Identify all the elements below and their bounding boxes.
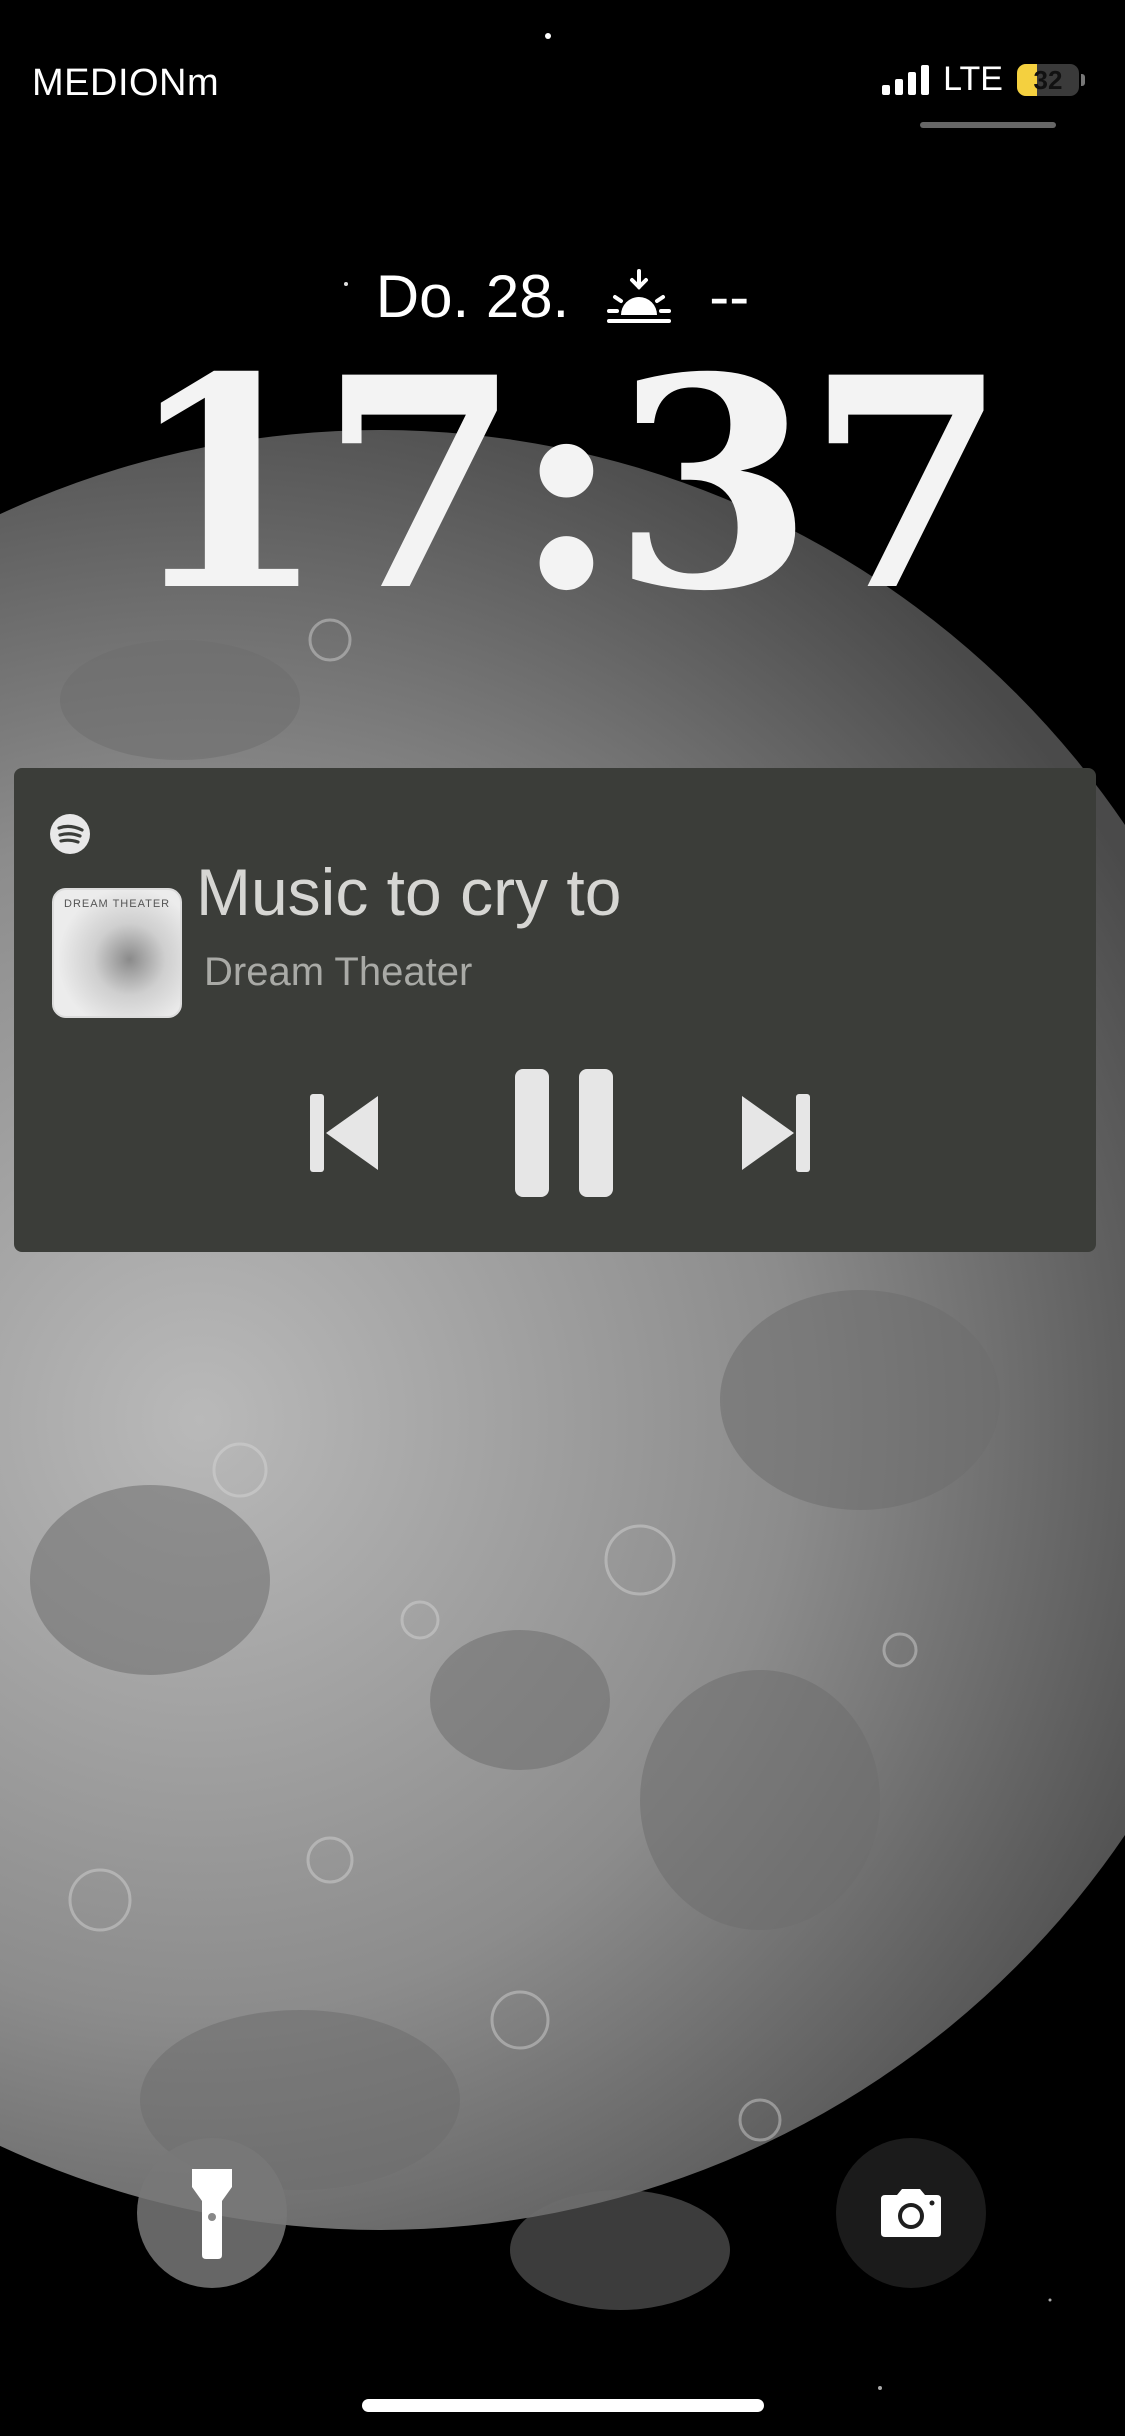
status-bar: MEDIONm LTE 32	[0, 0, 1125, 150]
pause-button[interactable]	[504, 1058, 624, 1208]
battery-icon: 32	[1017, 63, 1085, 96]
camera-icon	[881, 2189, 941, 2237]
flashlight-button[interactable]	[137, 2138, 287, 2288]
cellular-signal-icon	[882, 64, 930, 95]
previous-icon	[310, 1094, 378, 1172]
now-playing-widget[interactable]: DREAM THEATER Music to cry to Dream Thea…	[14, 768, 1096, 1252]
previous-track-button[interactable]	[284, 1058, 404, 1208]
home-indicator[interactable]	[362, 2399, 764, 2412]
carrier-name: MEDIONm	[32, 62, 220, 104]
next-track-button[interactable]	[716, 1058, 836, 1208]
status-indicators: LTE 32	[882, 60, 1085, 99]
camera-button[interactable]	[836, 2138, 986, 2288]
battery-level: 32	[1033, 64, 1063, 95]
spotify-icon[interactable]	[50, 814, 90, 854]
pause-icon	[515, 1069, 613, 1197]
network-type: LTE	[943, 60, 1003, 98]
playback-controls	[14, 1058, 1096, 1208]
flashlight-icon	[192, 2169, 232, 2259]
album-art-text: DREAM THEATER	[64, 898, 171, 910]
control-center-grabber[interactable]	[920, 122, 1056, 128]
track-title: Music to cry to	[196, 855, 622, 929]
next-icon	[742, 1094, 810, 1172]
clock-time[interactable]: 17:37	[0, 340, 1125, 630]
track-artist: Dream Theater	[204, 950, 473, 994]
album-art[interactable]: DREAM THEATER	[52, 888, 182, 1018]
